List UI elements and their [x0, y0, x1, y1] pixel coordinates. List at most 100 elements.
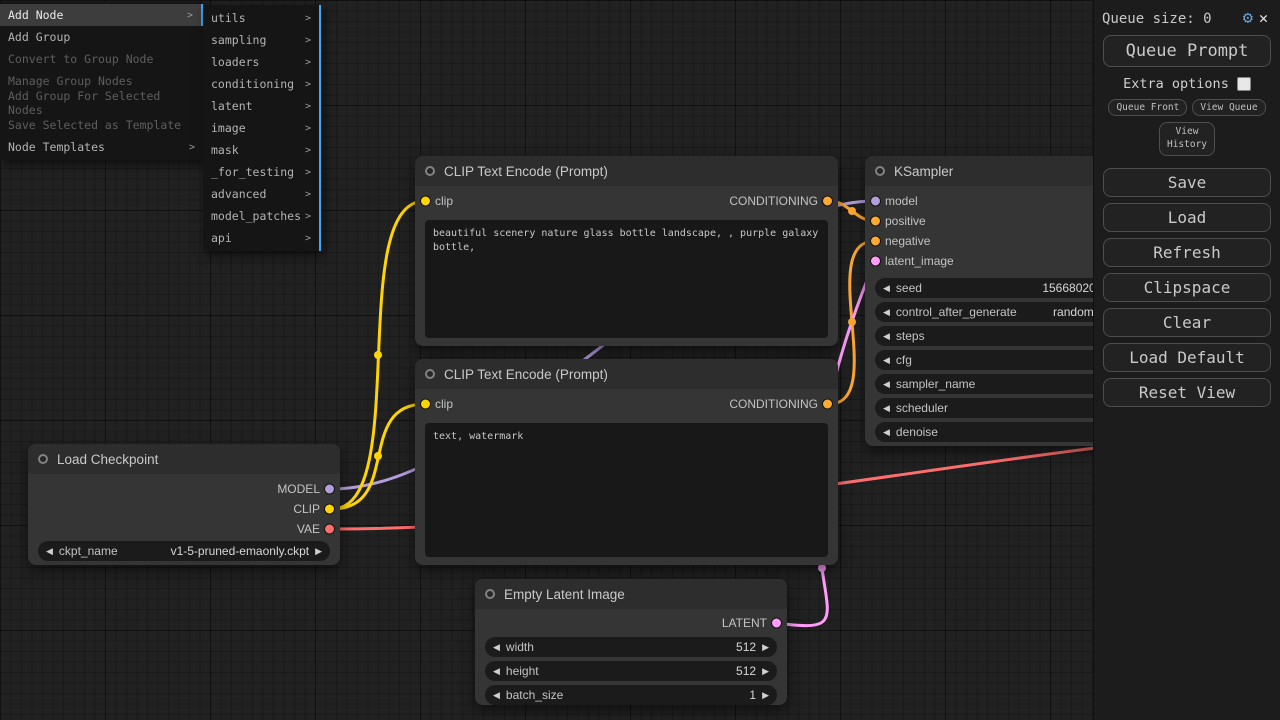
submenu-arrow-icon: >: [305, 233, 311, 244]
clear-button[interactable]: Clear: [1103, 308, 1271, 337]
decrement-arrow-icon[interactable]: ◀: [883, 427, 890, 438]
widget-seed[interactable]: ◀ seed 1566802081 ▶: [875, 278, 1130, 298]
prompt-textarea[interactable]: beautiful scenery nature glass bottle la…: [425, 220, 828, 338]
save-button[interactable]: Save: [1103, 168, 1271, 197]
increment-arrow-icon[interactable]: ▶: [762, 690, 769, 701]
collapse-dot[interactable]: [485, 589, 495, 599]
submenu-item-loaders[interactable]: loaders >: [203, 51, 319, 73]
decrement-arrow-icon[interactable]: ◀: [883, 307, 890, 318]
input-slot-negative[interactable]: [870, 236, 881, 247]
node-title-bar[interactable]: Load Checkpoint: [28, 444, 340, 474]
input-slot-model[interactable]: [870, 196, 881, 207]
node-load-checkpoint[interactable]: Load Checkpoint MODEL CLIP VAE ◀ ckpt_na…: [28, 444, 340, 565]
load-default-button[interactable]: Load Default: [1103, 343, 1271, 372]
increment-arrow-icon[interactable]: ▶: [762, 666, 769, 677]
submenu-item-model-patches[interactable]: model_patches >: [203, 205, 319, 227]
menu-item-label: mask: [211, 143, 239, 157]
menu-item-label: Add Group: [8, 30, 70, 44]
extra-options-checkbox[interactable]: [1237, 77, 1251, 91]
prompt-textarea[interactable]: text, watermark: [425, 423, 828, 557]
output-slot-conditioning[interactable]: [822, 399, 833, 410]
widget-cfg[interactable]: ◀ cfg ▶: [875, 350, 1130, 370]
submenu-item-advanced[interactable]: advanced >: [203, 183, 319, 205]
widget-height[interactable]: ◀ height 512 ▶: [485, 661, 777, 681]
submenu-arrow-icon: >: [305, 211, 311, 222]
output-slot-model[interactable]: [324, 484, 335, 495]
decrement-arrow-icon[interactable]: ◀: [883, 355, 890, 366]
view-queue-button[interactable]: View Queue: [1192, 99, 1265, 116]
submenu-item-mask[interactable]: mask >: [203, 139, 319, 161]
collapse-dot[interactable]: [875, 166, 885, 176]
wire-midpoint-dot: [848, 207, 856, 215]
widget-value: v1-5-pruned-emaonly.ckpt: [124, 544, 309, 558]
submenu-arrow-icon: >: [305, 101, 311, 112]
widget-ckpt-name[interactable]: ◀ ckpt_name v1-5-pruned-emaonly.ckpt ▶: [38, 541, 330, 561]
decrement-arrow-icon[interactable]: ◀: [883, 379, 890, 390]
collapse-dot[interactable]: [425, 166, 435, 176]
widget-denoise[interactable]: ◀ denoise ▶: [875, 422, 1130, 442]
widget-batch-size[interactable]: ◀ batch_size 1 ▶: [485, 685, 777, 705]
submenu-item-for-testing[interactable]: _for_testing >: [203, 161, 319, 183]
increment-arrow-icon[interactable]: ▶: [762, 642, 769, 653]
view-history-button[interactable]: View History: [1159, 122, 1215, 156]
submenu-item-image[interactable]: image >: [203, 117, 319, 139]
output-slot-clip[interactable]: [324, 504, 335, 515]
queue-front-button[interactable]: Queue Front: [1108, 99, 1187, 116]
decrement-arrow-icon[interactable]: ◀: [883, 283, 890, 294]
decrement-arrow-icon[interactable]: ◀: [883, 403, 890, 414]
widget-steps[interactable]: ◀ steps ▶: [875, 326, 1130, 346]
collapse-dot[interactable]: [425, 369, 435, 379]
menu-item-label: Manage Group Nodes: [8, 74, 133, 88]
menu-item-add-group-for-selected: Add Group For Selected Nodes: [0, 92, 203, 114]
node-clip-text-encode-negative[interactable]: CLIP Text Encode (Prompt) clip CONDITION…: [415, 359, 838, 565]
submenu-item-api[interactable]: api >: [203, 227, 319, 249]
decrement-arrow-icon[interactable]: ◀: [493, 690, 500, 701]
widget-sampler-name[interactable]: ◀ sampler_name ▶: [875, 374, 1130, 394]
queue-prompt-button[interactable]: Queue Prompt: [1103, 35, 1271, 67]
reset-view-button[interactable]: Reset View: [1103, 378, 1271, 407]
clipspace-button[interactable]: Clipspace: [1103, 273, 1271, 302]
slot-row: clip CONDITIONING: [415, 191, 838, 211]
submenu-item-utils[interactable]: utils >: [203, 7, 319, 29]
collapse-dot[interactable]: [38, 454, 48, 464]
input-slot-clip[interactable]: [420, 196, 431, 207]
decrement-arrow-icon[interactable]: ◀: [493, 642, 500, 653]
comfyui-app: CLIP Text Encode (Prompt) clip CONDITION…: [0, 0, 1280, 720]
wire-midpoint-dot: [848, 318, 856, 326]
menu-item-label: Add Node: [8, 8, 63, 22]
submenu-item-latent[interactable]: latent >: [203, 95, 319, 117]
settings-gear-icon[interactable]: ⚙: [1243, 10, 1253, 27]
widget-label: batch_size: [506, 688, 563, 702]
widget-scheduler[interactable]: ◀ scheduler ▶: [875, 398, 1130, 418]
refresh-button[interactable]: Refresh: [1103, 238, 1271, 267]
submenu-item-conditioning[interactable]: conditioning >: [203, 73, 319, 95]
menu-item-add-node[interactable]: Add Node >: [0, 4, 203, 26]
output-slot-latent[interactable]: [771, 618, 782, 629]
node-title-bar[interactable]: CLIP Text Encode (Prompt): [415, 156, 838, 186]
output-slot-conditioning[interactable]: [822, 196, 833, 207]
output-slot-vae[interactable]: [324, 524, 335, 535]
decrement-arrow-icon[interactable]: ◀: [883, 331, 890, 342]
menu-item-label: loaders: [211, 55, 259, 69]
node-title-bar[interactable]: CLIP Text Encode (Prompt): [415, 359, 838, 389]
submenu-arrow-icon: >: [305, 167, 311, 178]
next-option-arrow-icon[interactable]: ▶: [315, 546, 322, 557]
input-slot-positive[interactable]: [870, 216, 881, 227]
menu-item-node-templates[interactable]: Node Templates >: [0, 136, 203, 158]
decrement-arrow-icon[interactable]: ◀: [493, 666, 500, 677]
input-slot-clip[interactable]: [420, 399, 431, 410]
widget-control-after-generate[interactable]: ◀ control_after_generate randomize ▶: [875, 302, 1130, 322]
submenu-item-sampling[interactable]: sampling >: [203, 29, 319, 51]
load-button[interactable]: Load: [1103, 203, 1271, 232]
node-title-bar[interactable]: Empty Latent Image: [475, 579, 787, 609]
node-title: KSampler: [894, 164, 953, 179]
widget-width[interactable]: ◀ width 512 ▶: [485, 637, 777, 657]
menu-item-add-group[interactable]: Add Group: [0, 26, 203, 48]
input-slot-latent-image[interactable]: [870, 256, 881, 267]
node-clip-text-encode-positive[interactable]: CLIP Text Encode (Prompt) clip CONDITION…: [415, 156, 838, 346]
menu-item-label: Convert to Group Node: [8, 52, 153, 66]
prev-option-arrow-icon[interactable]: ◀: [46, 546, 53, 557]
close-icon[interactable]: ✕: [1259, 11, 1268, 26]
node-empty-latent-image[interactable]: Empty Latent Image LATENT ◀ width 512 ▶ …: [475, 579, 787, 705]
submenu-arrow-icon: >: [189, 142, 195, 153]
